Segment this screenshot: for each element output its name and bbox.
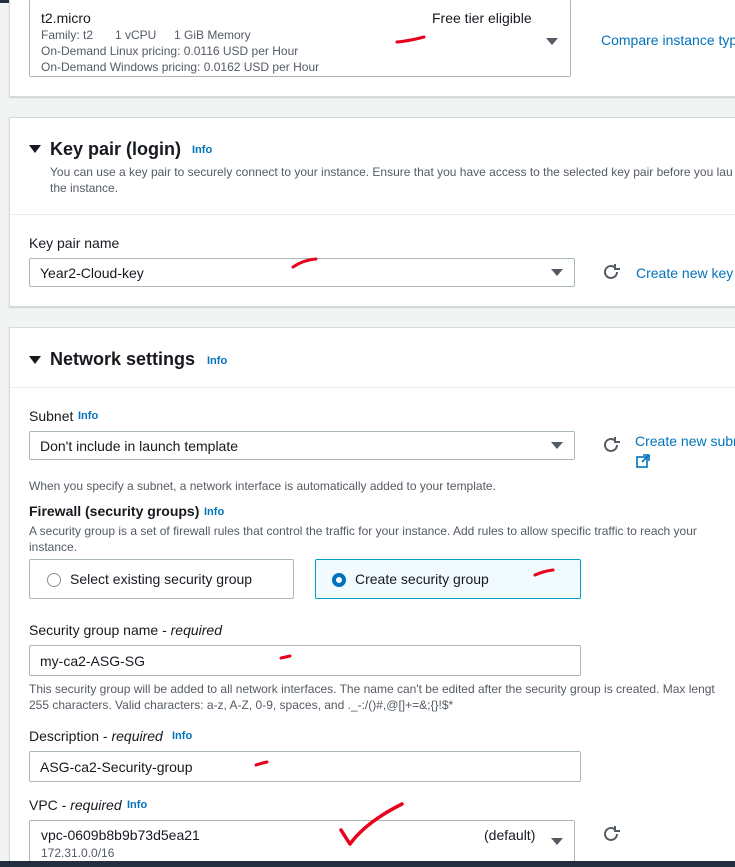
vpc-value: vpc-0609b8b9b73d5ea21 <box>41 827 200 843</box>
refresh-icon[interactable] <box>600 261 622 283</box>
key-pair-selected: Year2-Cloud-key <box>40 265 144 281</box>
caret-down-icon <box>546 38 558 45</box>
key-pair-name-label: Key pair name <box>29 235 120 251</box>
instance-type-panel: t2.micro Family: t2 1 vCPU 1 GiB Memory … <box>9 0 735 97</box>
annotation-mark <box>254 760 269 767</box>
annotation-checkmark <box>339 802 404 846</box>
vpc-label: VPC - required <box>29 797 122 813</box>
subnet-hint: When you specify a subnet, a network int… <box>29 479 496 493</box>
instance-type-select[interactable]: t2.micro Family: t2 1 vCPU 1 GiB Memory … <box>29 0 571 77</box>
instance-family: Family: t2 <box>41 28 94 42</box>
refresh-icon[interactable] <box>600 823 622 845</box>
sg-name-hint-2: 255 characters. Valid characters: a-z, A… <box>29 698 454 712</box>
firewall-label: Firewall (security groups) <box>29 503 200 519</box>
network-settings-panel: Network settings Info Subnet Info Don't … <box>9 327 735 867</box>
description-value: ASG-ca2-Security-group <box>40 759 193 775</box>
sg-name-input[interactable]: my-ca2-ASG-SG <box>29 645 581 676</box>
refresh-icon[interactable] <box>600 434 622 456</box>
divider <box>10 387 735 388</box>
caret-down-icon <box>551 269 563 276</box>
create-sg-option[interactable]: Create security group <box>315 559 581 599</box>
free-tier-badge: Free tier eligible <box>432 10 532 26</box>
annotation-mark <box>291 257 318 269</box>
sg-name-value: my-ca2-ASG-SG <box>40 653 146 669</box>
create-new-subnet-link[interactable]: Create new subn <box>635 433 735 449</box>
bottom-strip <box>0 861 735 867</box>
vpc-select[interactable]: vpc-0609b8b9b73d5ea21 172.31.0.0/16 (def… <box>29 820 575 862</box>
radio-icon <box>332 573 346 587</box>
select-existing-sg-option[interactable]: Select existing security group <box>29 559 294 599</box>
compare-instance-types-link[interactable]: Compare instance typ <box>601 32 735 48</box>
key-pair-title: Key pair (login) <box>50 139 182 159</box>
key-pair-panel: Key pair (login) Info You can use a key … <box>9 117 735 307</box>
radio-icon <box>47 573 61 587</box>
divider <box>10 214 735 215</box>
network-settings-title: Network settings <box>50 349 196 369</box>
vpc-label-text: VPC - <box>29 797 71 813</box>
subnet-select[interactable]: Don't include in launch template <box>29 431 575 460</box>
firewall-description: A security group is a set of firewall ru… <box>29 524 697 538</box>
caret-down-icon <box>551 442 563 449</box>
create-new-key-link[interactable]: Create new key <box>636 265 733 281</box>
vpc-cidr: 172.31.0.0/16 <box>41 846 115 860</box>
sg-name-label-text: Security group name - <box>29 622 171 638</box>
description-input[interactable]: ASG-ca2-Security-group <box>29 751 581 782</box>
vpc-info-link[interactable]: Info <box>127 799 147 811</box>
triangle-expanded-icon[interactable] <box>29 356 41 364</box>
annotation-mark <box>279 654 292 660</box>
windows-pricing: On-Demand Windows pricing: 0.0162 USD pe… <box>41 60 320 74</box>
description-info-link[interactable]: Info <box>172 730 192 742</box>
triangle-expanded-icon[interactable] <box>29 145 41 153</box>
required-text: required <box>70 797 122 813</box>
key-pair-description: You can use a key pair to securely conne… <box>50 165 733 179</box>
instance-memory: 1 GiB Memory <box>174 28 251 42</box>
select-existing-sg-label: Select existing security group <box>70 571 253 587</box>
required-text: required <box>170 622 222 638</box>
instance-vcpu: 1 vCPU <box>115 28 157 42</box>
linux-pricing: On-Demand Linux pricing: 0.0116 USD per … <box>41 44 299 58</box>
annotation-mark <box>395 35 426 44</box>
instance-type-name: t2.micro <box>41 10 91 26</box>
subnet-label: Subnet <box>29 408 74 424</box>
key-pair-description-2: the instance. <box>50 181 119 195</box>
description-label-text: Description - <box>29 728 112 744</box>
subnet-info-link[interactable]: Info <box>78 410 98 422</box>
firewall-description-2: instance. <box>29 540 78 554</box>
key-pair-info-link[interactable]: Info <box>192 144 212 156</box>
description-label: Description - required <box>29 728 163 744</box>
caret-down-icon <box>551 838 563 845</box>
vpc-default-tag: (default) <box>484 827 536 843</box>
firewall-info-link[interactable]: Info <box>204 506 224 518</box>
sg-name-hint: This security group will be added to all… <box>29 682 715 696</box>
network-settings-info-link[interactable]: Info <box>207 355 227 367</box>
external-link-icon[interactable] <box>635 453 651 469</box>
required-text: required <box>111 728 163 744</box>
subnet-selected: Don't include in launch template <box>40 438 239 454</box>
create-sg-label: Create security group <box>355 571 489 587</box>
annotation-mark <box>533 568 555 577</box>
sg-name-label: Security group name - required <box>29 622 222 638</box>
